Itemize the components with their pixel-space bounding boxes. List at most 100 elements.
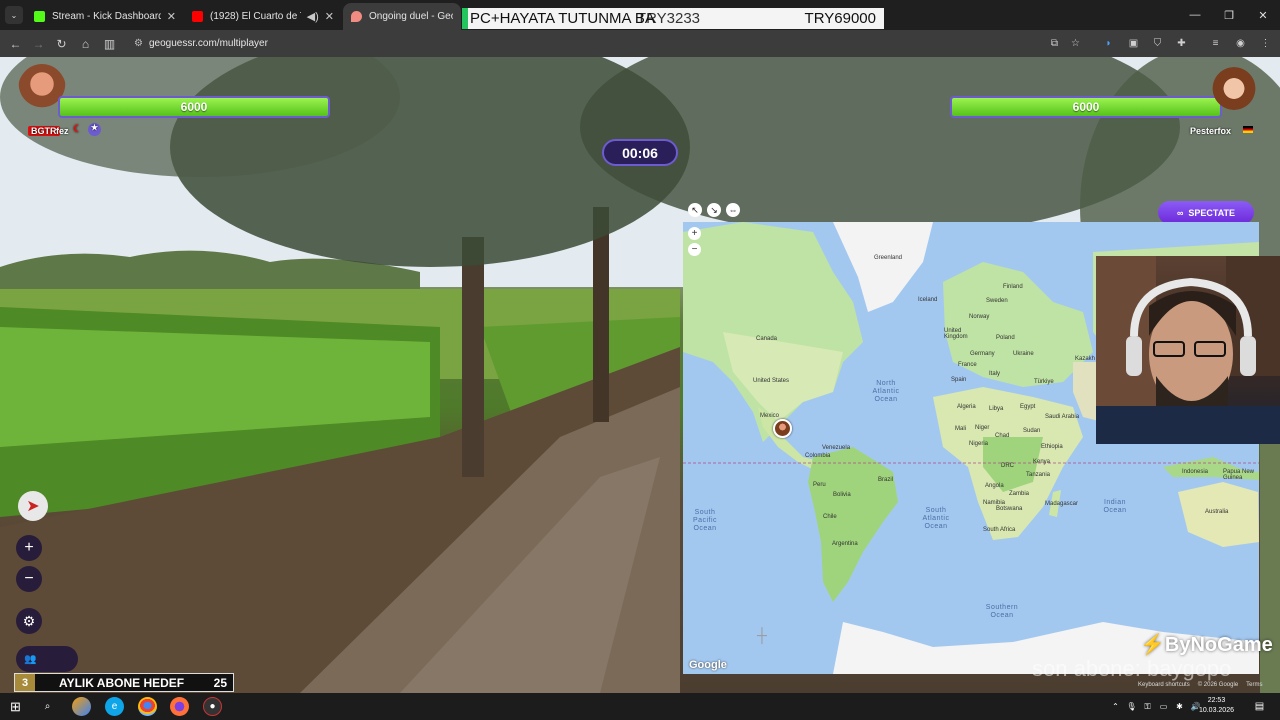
keyboard-shortcuts-link[interactable]: Keyboard shortcuts — [1138, 682, 1190, 688]
map-label: Botswana — [996, 506, 1023, 512]
tab-label: Stream - Kick Dashboard — [52, 11, 161, 22]
window-controls: — ❐ ✕ — [1178, 0, 1280, 30]
close-tab-icon[interactable]: ✕ — [167, 10, 176, 23]
spectate-button[interactable]: ∞ SPECTATE — [1158, 201, 1254, 224]
binoculars-icon: ∞ — [1176, 207, 1184, 218]
map-label: Niger — [975, 425, 990, 431]
banner-target-text: TRY69000 — [804, 10, 876, 27]
map-label: Kazakh — [1075, 356, 1096, 362]
extensions-puzzle-icon[interactable]: ✚ — [1174, 36, 1189, 51]
zoom-out-button[interactable]: − — [16, 566, 42, 592]
map-label: Germany — [970, 351, 995, 357]
map-pin-icon[interactable]: ⇔ — [726, 203, 740, 217]
ocean-label: Southern Ocean — [985, 604, 1019, 619]
turkey-flag-icon: ☾ — [73, 124, 82, 135]
map-label: Chad — [995, 433, 1010, 439]
players-list-button[interactable]: 👥 — [16, 646, 78, 672]
windows-start-icon[interactable]: ⊞ — [6, 697, 25, 716]
map-label: Angola — [985, 483, 1004, 489]
restore-icon[interactable]: ❐ — [1212, 0, 1246, 30]
map-label: Italy — [989, 371, 1001, 377]
ocean-label: Indian Ocean — [1103, 499, 1127, 514]
reading-list-icon[interactable]: ≡ — [1208, 36, 1223, 51]
tab-label: (1928) El Cuarto de Tula - Y — [210, 11, 301, 22]
address-bar[interactable]: ⚙ — [128, 32, 1088, 55]
kick-favicon-icon — [34, 11, 45, 22]
install-app-icon[interactable]: ⧉ — [1047, 36, 1062, 51]
map-label: Argentina — [832, 541, 858, 547]
chrome-icon[interactable] — [138, 697, 157, 716]
sub-goal-current: 3 — [15, 674, 35, 691]
browser-menu-icon[interactable]: ⋮ — [1258, 36, 1273, 51]
zoom-in-button[interactable]: + — [16, 535, 42, 561]
subscriber-goal-widget: 3 AYLIK ABONE HEDEF 25 — [14, 673, 234, 692]
reload-icon[interactable]: ↻ — [52, 34, 71, 53]
ocean-label: South Atlantic Ocean — [922, 507, 950, 530]
extension-translate-icon[interactable]: ◗ — [1101, 36, 1116, 51]
forward-icon[interactable]: → — [29, 34, 48, 53]
map-crosshair-icon: ┼ — [757, 627, 767, 643]
player2-health-bar: 6000 — [950, 96, 1222, 118]
firefox-icon[interactable] — [170, 697, 189, 716]
system-clock[interactable]: 22:53 10.03.2026 — [1199, 696, 1234, 716]
map-label: Spain — [951, 377, 967, 383]
player1-name[interactable]: fez — [56, 126, 69, 136]
banner-goal-text: PC+HAYATA TUTUNMA BA — [470, 10, 655, 27]
clock-date: 10.03.2026 — [1198, 707, 1234, 714]
map-label: Poland — [996, 335, 1015, 341]
bookmark-star-icon[interactable]: ☆ — [1068, 36, 1083, 51]
map-label: Chile — [823, 514, 837, 520]
mute-tab-icon[interactable]: ◀) — [307, 10, 319, 23]
minimize-icon[interactable]: — — [1178, 0, 1212, 30]
extension-reader-icon[interactable]: ▣ — [1126, 36, 1141, 51]
map-label: Colombia — [805, 453, 831, 459]
profile-avatar-icon[interactable]: ◉ — [1233, 36, 1248, 51]
url-input[interactable] — [148, 38, 449, 49]
sidebar-icon[interactable]: ▥ — [100, 34, 119, 53]
map-zoom-out-button[interactable]: − — [688, 243, 701, 256]
map-label: South Africa — [983, 527, 1016, 533]
notifications-icon[interactable]: ▤ — [1250, 697, 1269, 716]
compass-icon[interactable]: ➤ — [18, 491, 48, 521]
tab-search-chevron-icon[interactable]: ⌄ — [5, 6, 23, 24]
guess-pin-avatar[interactable] — [773, 419, 792, 438]
map-label: Saudi Arabia — [1045, 414, 1080, 420]
map-label: Nigeria — [969, 441, 989, 447]
widgets-icon[interactable] — [72, 697, 91, 716]
edge-icon[interactable]: e — [105, 697, 124, 716]
player1-health-bar: 6000 — [58, 96, 330, 118]
map-shrink-icon[interactable]: ↘ — [707, 203, 721, 217]
bynogame-logo: ⚡ByNoGame — [1140, 632, 1273, 657]
map-zoom-in-button[interactable]: + — [688, 227, 701, 240]
close-window-icon[interactable]: ✕ — [1246, 0, 1280, 30]
home-icon[interactable]: ⌂ — [76, 34, 95, 53]
search-icon[interactable]: ⌕ — [38, 697, 57, 716]
streamer-webcam — [1096, 256, 1280, 444]
clock-time: 22:53 — [1207, 697, 1226, 704]
map-label: Peru — [813, 482, 826, 488]
map-expand-icon[interactable]: ↖ — [688, 203, 702, 217]
tab-geoguessr[interactable]: Ongoing duel - GeoGuessr — [343, 3, 461, 30]
extension-shield-icon[interactable]: ⛉ — [1150, 36, 1165, 51]
tab-label: Ongoing duel - GeoGuessr — [369, 11, 453, 22]
map-label: Sudan — [1023, 428, 1041, 434]
back-icon[interactable]: ← — [6, 34, 25, 53]
terms-link[interactable]: Terms — [1246, 682, 1262, 688]
map-label: Papua New Guinea — [1223, 469, 1255, 481]
player2-name[interactable]: Pesterfox — [1190, 126, 1231, 136]
map-label: Australia — [1205, 509, 1229, 515]
tab-kick-dashboard[interactable]: Stream - Kick Dashboard ✕ — [26, 3, 184, 30]
map-label: Sweden — [986, 298, 1008, 304]
map-label: United Kingdom — [944, 328, 968, 340]
obs-icon[interactable]: ● — [203, 697, 222, 716]
tab-youtube[interactable]: (1928) El Cuarto de Tula - Y ◀) ✕ — [184, 3, 342, 30]
tab-strip: ⌄ Stream - Kick Dashboard ✕ (1928) El Cu… — [0, 0, 1280, 30]
map-label: Indonesia — [1182, 469, 1209, 475]
map-label: Egypt — [1020, 404, 1036, 410]
close-tab-icon[interactable]: ✕ — [325, 10, 334, 23]
google-logo: Google — [689, 659, 727, 671]
site-info-icon[interactable]: ⚙ — [134, 38, 143, 49]
map-label: Ukraine — [1013, 351, 1034, 357]
bynogame-icon: ⚡ — [1140, 634, 1165, 656]
settings-gear-icon[interactable]: ⚙ — [16, 608, 42, 634]
